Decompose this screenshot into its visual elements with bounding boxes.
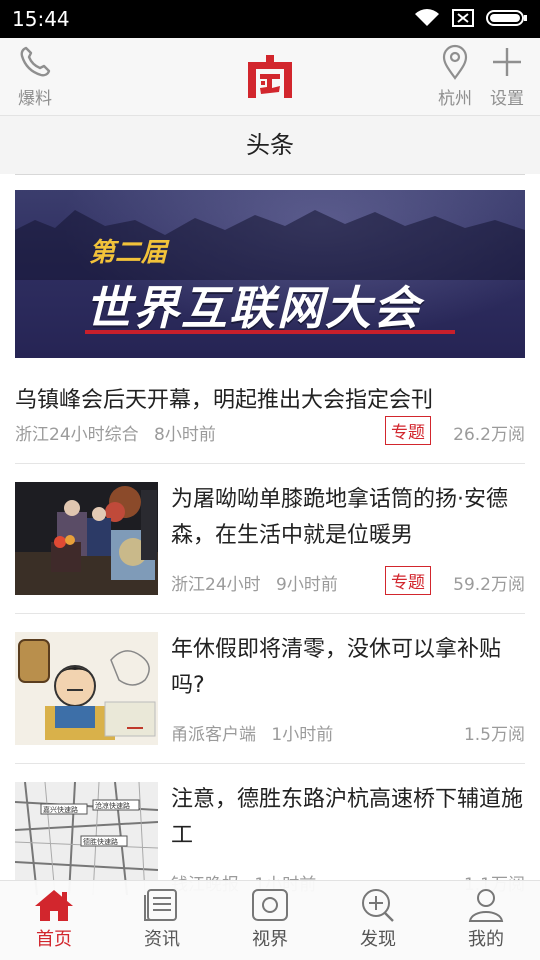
list-divider [15,763,525,764]
tab-news[interactable]: 资讯 [108,881,216,960]
status-time: 15:44 [12,7,70,31]
news-thumbnail [15,632,158,745]
topic-tag: 专题 [385,566,431,595]
profile-icon [468,889,504,922]
tab-video[interactable]: 视界 [216,881,324,960]
tip-off-button[interactable]: 爆料 [10,44,60,109]
bottom-nav: 首页 资讯 视界 发现 我的 [0,880,540,960]
home-icon [35,890,73,921]
phone-icon [20,46,51,77]
news-time: 1小时前 [271,725,334,745]
no-sim-icon [452,9,474,27]
status-bar: 15:44 [0,0,540,38]
settings-button[interactable]: 设置 [484,44,530,109]
banner-badge: 第二届 [89,238,168,268]
top-story-title[interactable]: 乌镇峰会后天开幕，明起推出大会指定会刊 [15,382,525,414]
banner-stripe [85,330,455,334]
map-label: 德胜快速路 [83,837,118,846]
news-source: 浙江24小时 [171,575,261,595]
app-header: 爆料 杭州 设置 [0,38,540,116]
tab-label: 资讯 [144,929,180,950]
plus-icon [493,48,521,76]
view-count: 59.2万阅 [453,575,525,595]
news-time: 9小时前 [276,575,338,595]
top-story-meta: 浙江24小时综合 8小时前 专题 26.2万阅 [15,416,525,445]
section-divider [15,174,525,175]
tab-home[interactable]: 首页 [0,881,108,960]
news-meta: 甬派客户端 1小时前 1.5万阅 [171,720,525,745]
tab-discover[interactable]: 发现 [324,881,432,960]
discover-icon [362,889,394,922]
tab-label: 我的 [468,929,504,950]
app-logo[interactable] [244,52,296,104]
news-icon [144,889,177,921]
headline-banner[interactable]: 第二届 世界互联网大会 [15,190,525,358]
tab-label: 首页 [36,929,72,950]
list-item[interactable]: 为屠呦呦单膝跪地拿话筒的扬·安德森，在生活中就是位暖男 浙江24小时 9小时前 … [15,482,525,596]
city-selector[interactable]: 杭州 [432,44,478,109]
map-label: 沧凉快速路 [95,801,130,810]
topic-tag: 专题 [385,416,431,445]
news-title: 注意，德胜东路沪杭高速桥下辅道施工 [171,787,524,848]
list-item[interactable]: 嘉兴快速路 沧凉快速路 德胜快速路 注意，德胜东路沪杭高速桥下辅道施工 钱江晚报… [15,782,525,896]
wifi-icon [415,9,439,26]
status-icons [414,8,528,28]
news-thumbnail [15,482,158,595]
city-label: 杭州 [438,89,472,109]
view-count: 26.2万阅 [453,425,525,445]
location-pin-icon [442,44,468,80]
top-story-time: 8小时前 [154,425,216,445]
list-divider [15,463,525,464]
news-thumbnail: 嘉兴快速路 沧凉快速路 德胜快速路 [15,782,158,895]
tab-profile[interactable]: 我的 [432,881,540,960]
map-label: 嘉兴快速路 [43,805,78,814]
tab-label: 发现 [360,929,396,950]
news-title: 为屠呦呦单膝跪地拿话筒的扬·安德森，在生活中就是位暖男 [171,487,508,548]
section-title: 头条 [0,116,540,174]
news-title: 年休假即将清零，没休可以拿补贴吗? [171,637,502,698]
news-source: 甬派客户端 [171,725,256,745]
video-icon [252,889,288,921]
settings-label: 设置 [490,89,524,109]
list-divider [15,613,525,614]
battery-icon [486,10,527,26]
top-story-source: 浙江24小时综合 [15,425,139,445]
tip-off-label: 爆料 [18,89,52,109]
tab-label: 视界 [252,929,288,950]
list-item[interactable]: 年休假即将清零，没休可以拿补贴吗? 甬派客户端 1小时前 1.5万阅 [15,632,525,746]
view-count: 1.5万阅 [463,725,525,745]
news-meta: 浙江24小时 9小时前 专题 59.2万阅 [171,566,525,595]
banner-title: 世界互联网大会 [85,281,421,335]
